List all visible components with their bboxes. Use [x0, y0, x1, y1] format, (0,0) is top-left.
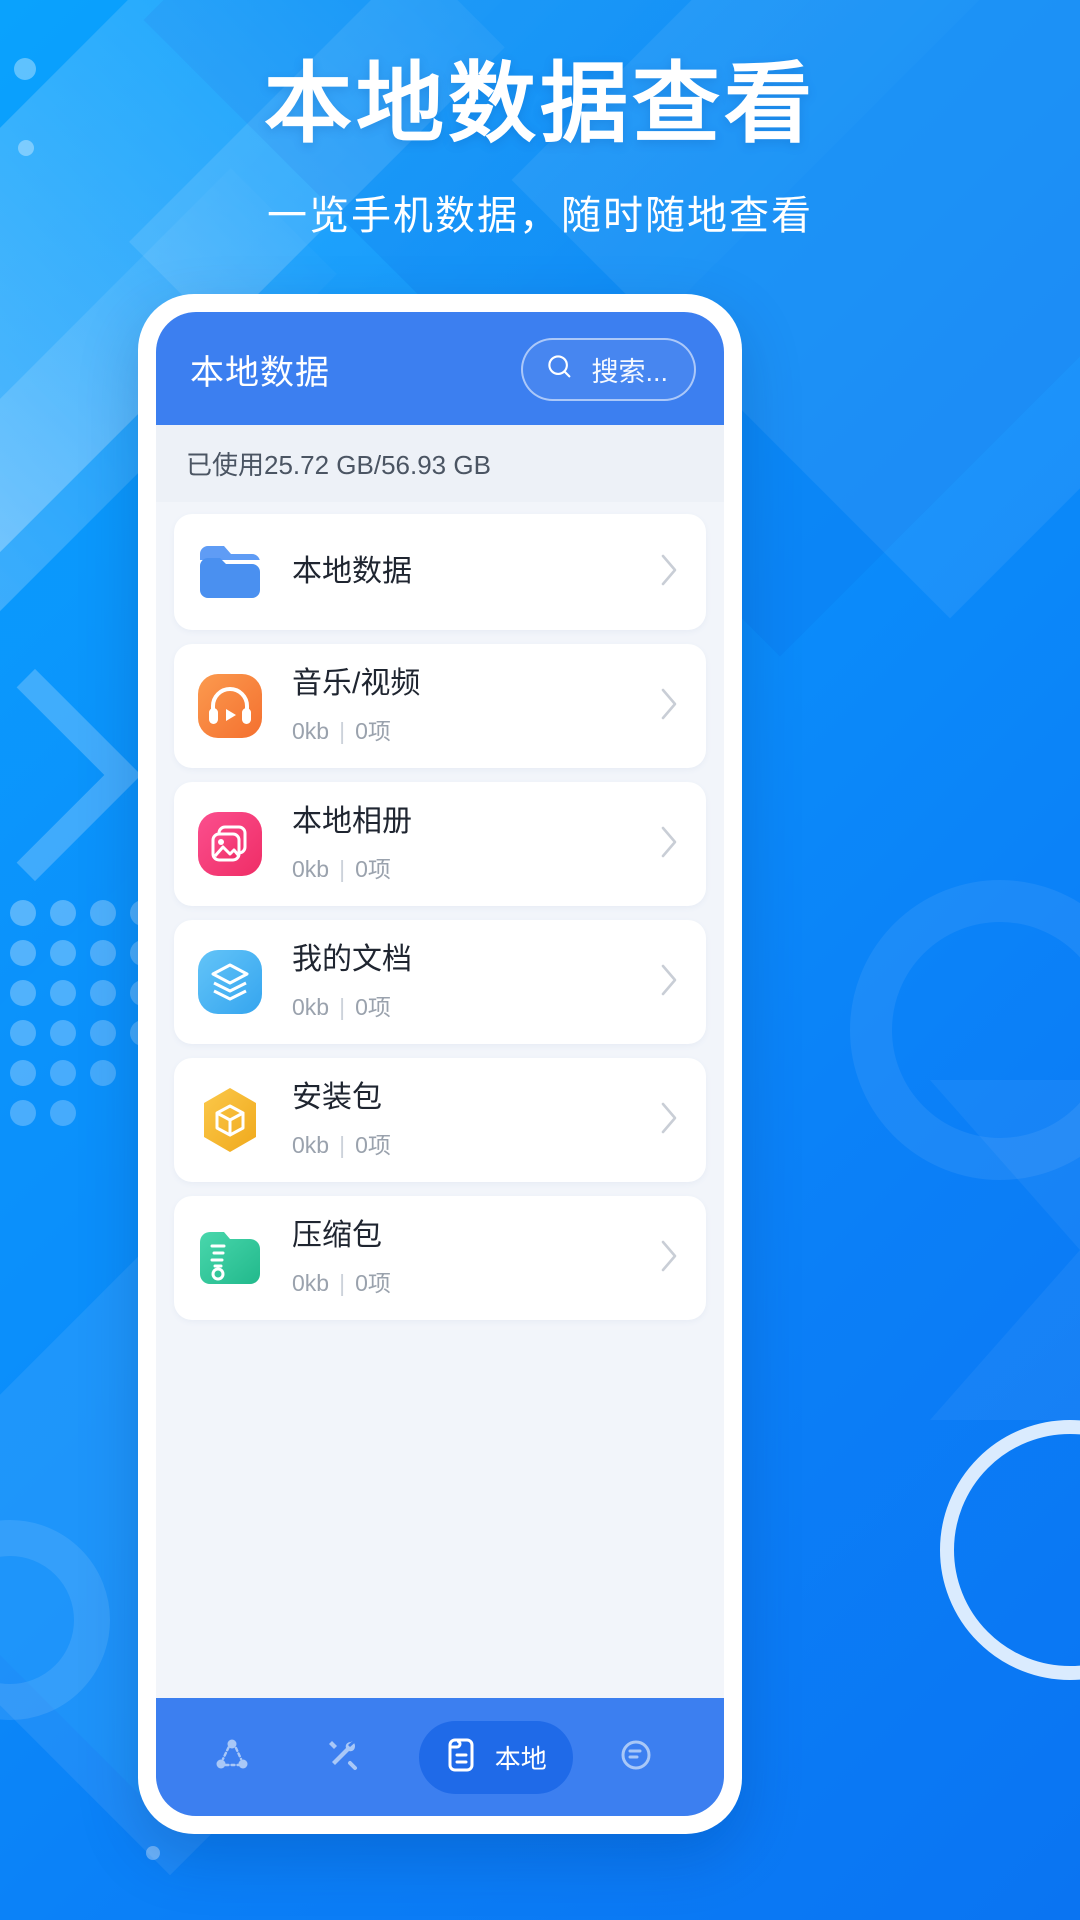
list-item-body: 本地相册 0kb | 0项: [292, 804, 658, 884]
headphones-icon: [194, 670, 266, 742]
nav-item-share[interactable]: [196, 1723, 280, 1792]
list-item[interactable]: 音乐/视频 0kb | 0项: [174, 644, 706, 768]
meta-separator: |: [339, 1132, 346, 1158]
bottom-navigation: 本地: [156, 1698, 724, 1816]
bg-dot: [10, 1060, 36, 1086]
list-item-meta: 0kb | 0项: [292, 712, 658, 746]
list-item-title: 我的文档: [292, 943, 412, 976]
list-item-size: 0kb: [292, 994, 330, 1020]
list-item-size: 0kb: [292, 1270, 330, 1296]
bg-dot: [50, 1100, 76, 1126]
layers-icon: [194, 946, 266, 1018]
list-item-meta: 0kb | 0项: [292, 988, 658, 1022]
bg-dot: [50, 900, 76, 926]
photo-icon: [194, 808, 266, 880]
phone-screen: 本地数据 搜索... 已使用25.72 GB/56.93 GB 本地数据 音乐/…: [156, 312, 724, 1816]
chevron-right-icon: [658, 824, 680, 865]
bg-dot: [90, 1020, 116, 1046]
profile-circle-icon: [614, 1733, 658, 1782]
meta-separator: |: [339, 994, 346, 1020]
page-title: 本地数据查看: [263, 54, 816, 153]
list-item-title: 压缩包: [292, 1219, 382, 1252]
list-item-body: 我的文档 0kb | 0项: [292, 942, 658, 1022]
search-input[interactable]: 搜索...: [521, 338, 696, 401]
list-item-size: 0kb: [292, 856, 330, 882]
list-item-size: 0kb: [292, 1132, 330, 1158]
list-item[interactable]: 本地数据: [174, 514, 706, 630]
list-item[interactable]: 安装包 0kb | 0项: [174, 1058, 706, 1182]
bg-dot: [10, 1100, 36, 1126]
bg-dot: [90, 1060, 116, 1086]
zip-folder-icon: [194, 1222, 266, 1294]
app-header: 本地数据 搜索...: [156, 312, 724, 425]
chevron-right-icon: [658, 962, 680, 1003]
list-item-count: 0项: [355, 718, 391, 744]
chevron-right-icon: [658, 552, 680, 593]
meta-separator: |: [339, 718, 346, 744]
list-item-title: 本地数据: [292, 555, 412, 588]
bg-dot: [50, 980, 76, 1006]
list-item-count: 0项: [355, 856, 391, 882]
nav-item-local-label: 本地: [494, 1743, 547, 1774]
chevron-right-icon: [658, 686, 680, 727]
search-icon: [545, 352, 575, 387]
chevron-right-icon: [658, 1238, 680, 1279]
bg-dot: [90, 980, 116, 1006]
list-item-title: 安装包: [292, 1081, 382, 1114]
list-item-meta: 0kb | 0项: [292, 1264, 658, 1298]
share-nodes-icon: [210, 1733, 254, 1782]
bg-dot-small-3: [146, 1846, 160, 1860]
list-item-body: 音乐/视频 0kb | 0项: [292, 666, 658, 746]
bg-dot: [10, 900, 36, 926]
document-icon: [439, 1733, 483, 1782]
bg-dot: [10, 980, 36, 1006]
page-subtitle: 一览手机数据，随时随地查看: [267, 194, 813, 239]
list-item-title: 音乐/视频: [292, 667, 421, 700]
hero-section: 本地数据查看 一览手机数据，随时随地查看: [0, 56, 1080, 241]
list-item-count: 0项: [355, 1270, 391, 1296]
bg-dot: [50, 1060, 76, 1086]
bg-dot: [50, 940, 76, 966]
file-category-list: 本地数据 音乐/视频 0kb | 0项 本地相册 0kb | 0项 我的文档 0…: [156, 502, 724, 1698]
list-item-body: 安装包 0kb | 0项: [292, 1080, 658, 1160]
list-item-size: 0kb: [292, 718, 330, 744]
bg-dot: [90, 940, 116, 966]
list-item-count: 0项: [355, 1132, 391, 1158]
bg-chevron-left: [0, 668, 142, 882]
list-item[interactable]: 本地相册 0kb | 0项: [174, 782, 706, 906]
app-title: 本地数据: [190, 354, 330, 392]
chevron-right-icon: [658, 1100, 680, 1141]
bg-dot: [50, 1020, 76, 1046]
bg-dot: [90, 900, 116, 926]
list-item-title: 本地相册: [292, 805, 412, 838]
list-item-count: 0项: [355, 994, 391, 1020]
folder-icon: [194, 536, 266, 608]
bg-dot: [10, 940, 36, 966]
phone-mockup: 本地数据 搜索... 已使用25.72 GB/56.93 GB 本地数据 音乐/…: [138, 294, 742, 1834]
bg-ring-white: [940, 1420, 1080, 1680]
search-placeholder: 搜索...: [591, 357, 668, 387]
list-item-body: 本地数据: [292, 554, 658, 590]
nav-item-tools[interactable]: [307, 1723, 391, 1792]
nav-item-profile[interactable]: [600, 1723, 684, 1792]
list-item-body: 压缩包 0kb | 0项: [292, 1218, 658, 1298]
tools-icon: [321, 1733, 365, 1782]
list-item-meta: 0kb | 0项: [292, 1126, 658, 1160]
list-item-meta: 0kb | 0项: [292, 850, 658, 884]
list-item[interactable]: 我的文档 0kb | 0项: [174, 920, 706, 1044]
nav-item-local[interactable]: 本地: [418, 1720, 573, 1794]
bg-dot-grid: [10, 900, 196, 1140]
bg-dot: [10, 1020, 36, 1046]
bg-ring-large: [850, 880, 1080, 1180]
storage-usage-bar: 已使用25.72 GB/56.93 GB: [156, 425, 724, 502]
list-item[interactable]: 压缩包 0kb | 0项: [174, 1196, 706, 1320]
package-box-icon: [194, 1084, 266, 1156]
meta-separator: |: [339, 1270, 346, 1296]
meta-separator: |: [339, 856, 346, 882]
